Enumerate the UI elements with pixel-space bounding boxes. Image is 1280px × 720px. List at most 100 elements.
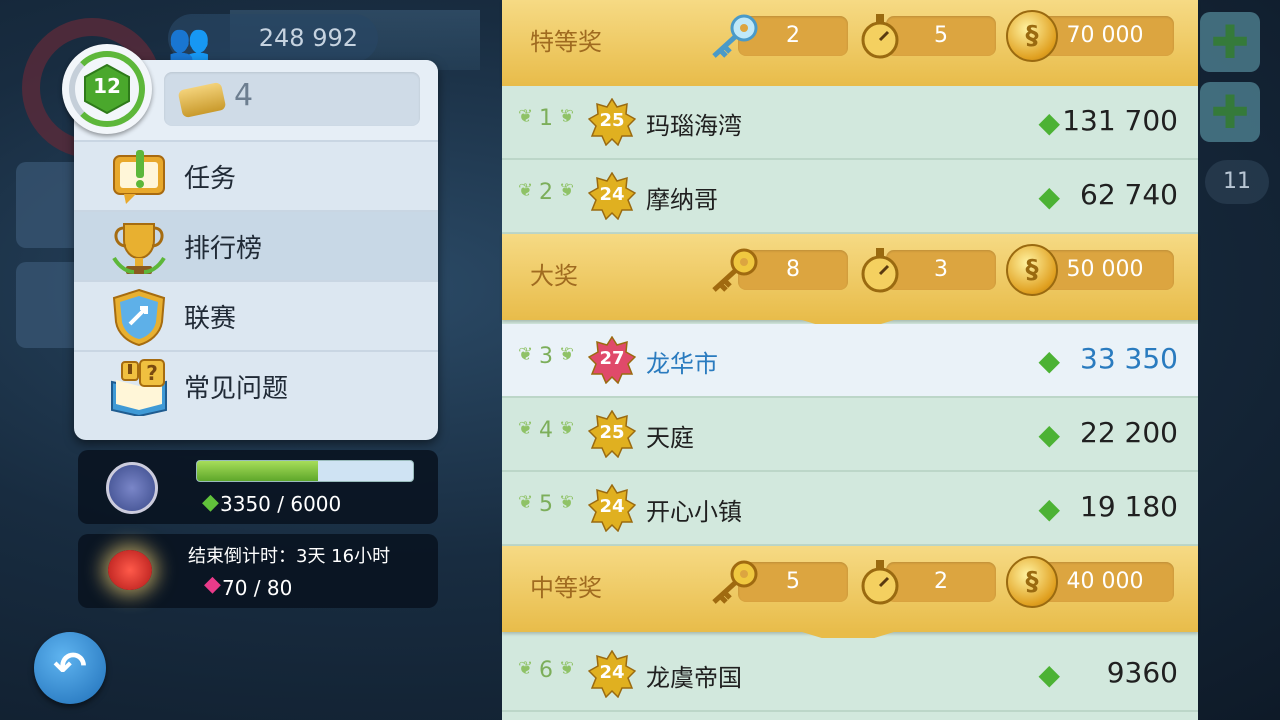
- add-button-2[interactable]: ✚: [1200, 82, 1260, 142]
- token-counter: 4: [164, 72, 420, 126]
- simoleon-coin-icon: §: [1006, 244, 1058, 296]
- simcash-gem-icon: ◆: [1038, 492, 1060, 525]
- back-arrow-icon: ↶: [53, 644, 87, 690]
- simoleon-coin-icon: §: [1006, 556, 1058, 608]
- rank-number: 3: [518, 344, 568, 369]
- rank-number: 2: [518, 180, 568, 205]
- rank-number: 4: [518, 418, 568, 443]
- plus-icon: ✚: [1210, 85, 1250, 139]
- menu-item-league[interactable]: 联赛: [74, 280, 438, 352]
- rank-number: 6: [518, 658, 568, 683]
- player-level-badge[interactable]: 12: [62, 44, 152, 134]
- simcash-gem-icon: ◆: [1038, 418, 1060, 451]
- speedup-reward: 2: [886, 562, 996, 602]
- league-emblem-icon: [106, 462, 158, 514]
- back-button[interactable]: ↶: [34, 632, 106, 704]
- simcash-gem-icon: ◆: [1038, 106, 1060, 139]
- token-value: 4: [234, 78, 254, 113]
- city-level-badge: 24: [587, 649, 637, 699]
- menu-item-label: 常见问题: [184, 374, 289, 404]
- tier-name: 中等奖: [530, 574, 602, 602]
- leaderboard-row[interactable]: 1 25 玛瑙海湾 ◆131 700: [502, 86, 1198, 160]
- league-progress-fill: [197, 461, 318, 481]
- city-name: 天庭: [646, 424, 694, 452]
- golden-ticket-icon: [177, 81, 227, 119]
- city-name: 开心小镇: [646, 498, 742, 526]
- task-board-icon: [113, 150, 165, 204]
- help-book-icon: ?: [111, 359, 167, 416]
- menu-item-leaderboard[interactable]: 排行榜: [74, 210, 438, 282]
- city-level-badge: 24: [587, 171, 637, 221]
- city-name: 玛瑙海湾: [646, 112, 742, 140]
- rank-number: 5: [518, 492, 568, 517]
- key-icon: [712, 14, 758, 58]
- prize-tier-header: 中等奖 5 2 40 000 §: [502, 546, 1198, 646]
- menu-item-label: 排行榜: [184, 234, 263, 264]
- pink-gem-icon: ◆: [204, 572, 221, 597]
- city-score: 22 200: [1080, 416, 1178, 449]
- prize-tier-header: 大奖 8 3 50 000 §: [502, 234, 1198, 334]
- svg-text:?: ?: [146, 361, 158, 385]
- simoleon-gem-icon: ◆: [202, 490, 219, 515]
- city-level-badge: 25: [587, 97, 637, 147]
- leaderboard-list[interactable]: 特等奖2570 000§125玛瑙海湾◆131 700224摩纳哥◆62 740…: [502, 0, 1198, 720]
- stopwatch-icon: [861, 560, 899, 605]
- event-countdown: 结束倒计时：3天 16小时: [188, 546, 391, 567]
- speedup-reward: 3: [886, 250, 996, 290]
- player-level: 12: [93, 74, 121, 98]
- city-score: 62 740: [1080, 178, 1178, 211]
- city-level: 24: [599, 662, 625, 683]
- city-name: 龙华市: [646, 350, 718, 378]
- trophy-icon: [112, 223, 166, 274]
- city-level: 27: [599, 348, 625, 369]
- speedup-reward: 5: [886, 16, 996, 56]
- menu-item-label: 联赛: [184, 304, 237, 334]
- leaderboard-row[interactable]: 3 27 龙华市 ◆ 33 350: [502, 324, 1198, 398]
- city-level-badge: 27: [587, 335, 637, 385]
- leaderboard-row[interactable]: 4 25 天庭 ◆ 22 200: [502, 398, 1198, 472]
- city-name: 摩纳哥: [646, 186, 718, 214]
- city-level: 25: [599, 110, 625, 131]
- event-panel[interactable]: 结束倒计时：3天 16小时 ◆ 70 / 80: [78, 534, 438, 608]
- menu-item-faq[interactable]: ? 常见问题: [74, 350, 438, 422]
- add-button-1[interactable]: ✚: [1200, 12, 1260, 72]
- stopwatch-icon: [861, 248, 899, 293]
- city-level: 24: [599, 496, 625, 517]
- population-counter: 👥 248 992: [168, 14, 378, 62]
- simoleon-coin-icon: §: [1006, 10, 1058, 62]
- leaderboard-row[interactable]: 2 24 摩纳哥 ◆ 62 740: [502, 160, 1198, 234]
- rank-number: 1: [518, 106, 568, 131]
- prize-tier-header: 特等奖 2 5 70 000 §: [502, 0, 1198, 100]
- league-progress-panel[interactable]: ◆ 3350 / 6000: [78, 450, 438, 524]
- simcash-gem-icon: ◆: [1038, 344, 1060, 377]
- leaderboard-row[interactable]: 6 24 龙虞帝国 ◆ 9360: [502, 638, 1198, 712]
- leaderboard-row[interactable]: 5 24 开心小镇 ◆ 19 180: [502, 472, 1198, 546]
- population-value: 248 992: [258, 24, 358, 52]
- tier-name: 大奖: [530, 262, 578, 290]
- key-icon: [712, 248, 758, 292]
- event-progress-text: 70 / 80: [222, 576, 293, 600]
- shield-icon: [112, 288, 166, 346]
- menu-item-tasks[interactable]: 任务: [74, 140, 438, 212]
- lantern-icon: [108, 550, 152, 590]
- notification-count: 11: [1205, 160, 1269, 204]
- league-progress-text: 3350 / 6000: [220, 492, 342, 516]
- plus-icon: ✚: [1210, 15, 1250, 69]
- city-level-badge: 24: [587, 483, 637, 533]
- key-icon: [712, 560, 758, 604]
- city-score: 19 180: [1080, 490, 1178, 523]
- city-level: 25: [599, 422, 625, 443]
- league-progress-bar: [196, 460, 414, 482]
- tier-name: 特等奖: [530, 28, 602, 56]
- people-icon: 👥: [168, 22, 211, 62]
- simcash-gem-icon: ◆: [1038, 658, 1060, 691]
- city-name: 龙虞帝国: [646, 664, 742, 692]
- city-level-badge: 25: [587, 409, 637, 459]
- city-score: 131 700: [1062, 104, 1178, 137]
- menu-item-label: 任务: [184, 164, 237, 194]
- city-level: 24: [599, 184, 625, 205]
- city-score: 33 350: [1080, 342, 1178, 375]
- stopwatch-icon: [861, 14, 899, 59]
- simcash-gem-icon: ◆: [1038, 180, 1060, 213]
- city-score: 9360: [1106, 656, 1178, 689]
